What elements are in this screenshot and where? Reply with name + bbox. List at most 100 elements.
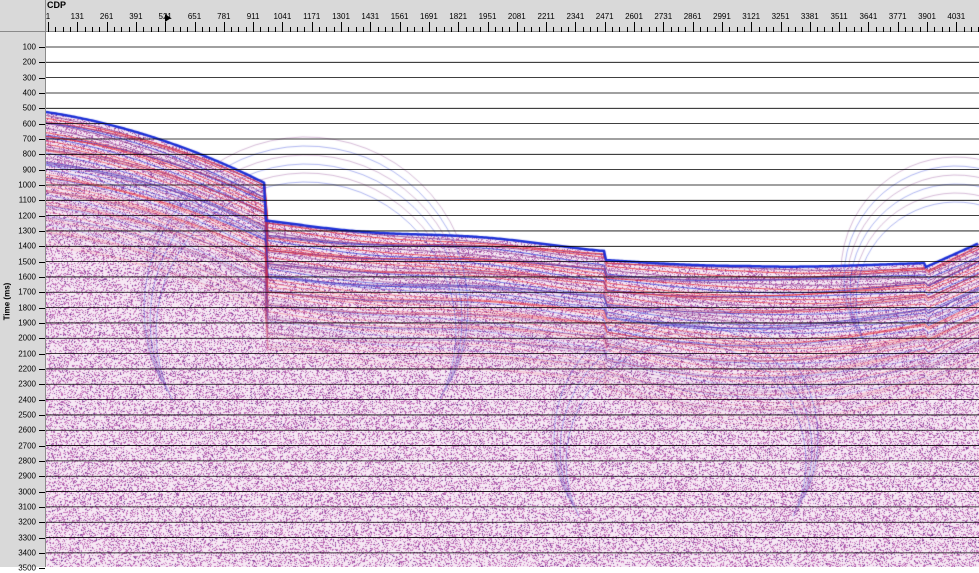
time-tick-label: 1400 [18, 241, 36, 251]
time-tick [39, 62, 45, 64]
cdp-tick-label: 2081 [507, 12, 526, 21]
time-tick-label: 2200 [18, 364, 36, 374]
time-tick [39, 184, 45, 186]
time-tick-label: 2000 [18, 333, 36, 343]
time-tick-label: 1500 [18, 257, 36, 267]
cdp-tick-label: 521 [158, 12, 172, 21]
time-tick [39, 123, 45, 125]
time-tick-label: 2600 [18, 425, 36, 435]
time-tick [39, 491, 45, 493]
cdp-tick [809, 22, 811, 32]
cdp-tick [282, 22, 284, 32]
cdp-tick-label: 3121 [742, 12, 761, 21]
time-tick [39, 292, 45, 294]
cdp-tick [516, 22, 518, 32]
time-tick [39, 92, 45, 94]
time-tick-label: 3200 [18, 517, 36, 527]
cdp-tick-label: 2731 [654, 12, 673, 21]
time-tick-label: 3400 [18, 548, 36, 558]
time-tick [39, 552, 45, 554]
cdp-tick [341, 22, 342, 32]
cdp-tick [575, 22, 577, 32]
cdp-tick-label: 261 [99, 12, 114, 21]
cdp-tick [48, 22, 49, 32]
time-tick [39, 522, 45, 524]
cdp-axis[interactable]: CDP 1 131 261 391 521 651 781 911 1041 1171 1301 14… [46, 0, 979, 32]
time-tick [39, 430, 45, 432]
time-tick-label: 1600 [18, 272, 36, 282]
cdp-tick [165, 22, 167, 32]
cdp-tick-label: 2341 [566, 12, 585, 21]
cdp-tick [546, 22, 548, 32]
time-tick [39, 215, 45, 217]
time-tick [39, 568, 45, 570]
time-tick-label: 3100 [18, 502, 36, 512]
time-tick [39, 338, 45, 340]
cdp-tick-label: 651 [187, 12, 202, 21]
cdp-tick [253, 22, 255, 32]
time-tick [39, 261, 45, 263]
cdp-tick-label: 1 [45, 12, 51, 21]
cdp-tick [634, 22, 635, 32]
time-tick [39, 169, 45, 171]
cdp-tick-label: 3641 [859, 12, 878, 21]
time-tick [39, 476, 45, 478]
seismic-section[interactable] [46, 32, 979, 567]
time-tick-label: 2900 [18, 471, 36, 481]
time-tick [39, 47, 45, 48]
cdp-tick [927, 22, 928, 32]
time-tick-label: 1300 [18, 226, 36, 236]
time-tick [39, 368, 45, 370]
cdp-tick [721, 22, 723, 32]
time-tick-label: 1100 [18, 195, 36, 205]
time-tick-label: 600 [22, 119, 36, 129]
time-tick [39, 138, 45, 140]
cdp-tick [487, 22, 489, 32]
cdp-tick [399, 22, 401, 32]
time-tick-label: 2100 [18, 349, 36, 359]
time-tick-label: 200 [22, 57, 36, 67]
time-tick [39, 353, 45, 355]
time-tick-label: 1200 [18, 211, 36, 221]
cdp-tick-label: 3251 [771, 12, 790, 21]
time-tick [39, 399, 45, 401]
cdp-tick [780, 22, 782, 32]
cdp-tick [223, 22, 225, 32]
cdp-tick-label: 911 [246, 12, 260, 21]
time-axis[interactable]: Time (ms) 100 200 300 400 500 600 700 800 900 100… [0, 32, 46, 573]
time-tick-label: 2400 [18, 395, 36, 405]
cdp-tick-label: 2211 [537, 12, 555, 21]
time-tick [39, 230, 45, 232]
cdp-tick-label: 1041 [273, 12, 292, 21]
time-tick-label: 2700 [18, 441, 36, 451]
time-tick [39, 154, 45, 156]
cdp-tick [604, 22, 606, 32]
cdp-tick-label: 2861 [683, 12, 702, 21]
time-tick [39, 108, 45, 110]
time-tick [39, 384, 45, 386]
cdp-tick-label: 781 [217, 12, 231, 21]
cdp-tick [692, 22, 694, 32]
cdp-tick-label: 1301 [332, 12, 350, 21]
time-tick [39, 445, 45, 447]
cdp-tick-label: 1431 [361, 12, 380, 21]
cdp-tick-label: 2471 [595, 12, 614, 21]
time-tick-label: 2800 [18, 456, 36, 466]
time-tick-label: 1700 [18, 287, 36, 297]
time-tick [39, 506, 45, 508]
cdp-tick-label: 2601 [625, 12, 643, 21]
time-tick-label: 2300 [18, 379, 36, 389]
time-tick [39, 200, 45, 202]
cdp-tick-label: 3901 [918, 12, 936, 21]
time-tick [39, 460, 45, 462]
cdp-axis-title: CDP [47, 0, 67, 10]
cdp-tick-label: 1171 [303, 12, 321, 21]
cdp-tick [106, 22, 108, 32]
cdp-tick-label: 391 [129, 12, 143, 21]
time-tick-label: 1900 [18, 318, 36, 328]
cdp-tick [194, 22, 196, 32]
time-tick-label: 700 [22, 134, 36, 144]
time-tick [39, 77, 45, 79]
time-tick-label: 500 [22, 103, 36, 113]
time-tick-label: 3500 [18, 563, 36, 573]
